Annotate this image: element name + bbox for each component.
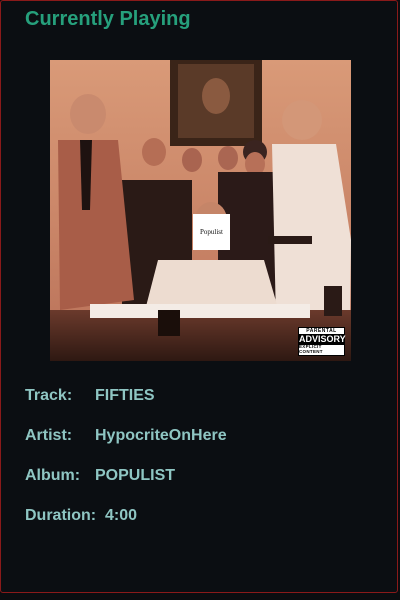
- artist-row: Artist: HypocriteOnHere: [25, 427, 227, 445]
- duration-label: Duration:: [25, 507, 97, 524]
- duration-value: 4:00: [105, 507, 138, 524]
- album-row: Album: POPULIST: [25, 467, 175, 485]
- track-row: Track: FIFTIES: [25, 387, 155, 405]
- advisory-line-3: EXPLICIT CONTENT: [299, 344, 323, 354]
- album-value: POPULIST: [95, 467, 176, 484]
- album-cover-art: [50, 60, 351, 361]
- album-label: Album:: [25, 467, 81, 484]
- album-sign: Populist: [193, 214, 230, 250]
- artist-label: Artist:: [25, 427, 73, 444]
- duration-row: Duration: 4:00: [25, 507, 137, 525]
- track-value: FIFTIES: [95, 387, 155, 404]
- page-title: Currently Playing: [25, 8, 191, 30]
- track-label: Track:: [25, 387, 73, 404]
- artist-value: HypocriteOnHere: [95, 427, 227, 444]
- album-cover: Populist PARENTAL ADVISORY EXPLICIT CONT…: [50, 60, 351, 361]
- parental-advisory-logo: PARENTAL ADVISORY EXPLICIT CONTENT: [298, 327, 346, 356]
- now-playing-panel: Currently Playing Populist PARENTAL ADVI…: [0, 0, 398, 593]
